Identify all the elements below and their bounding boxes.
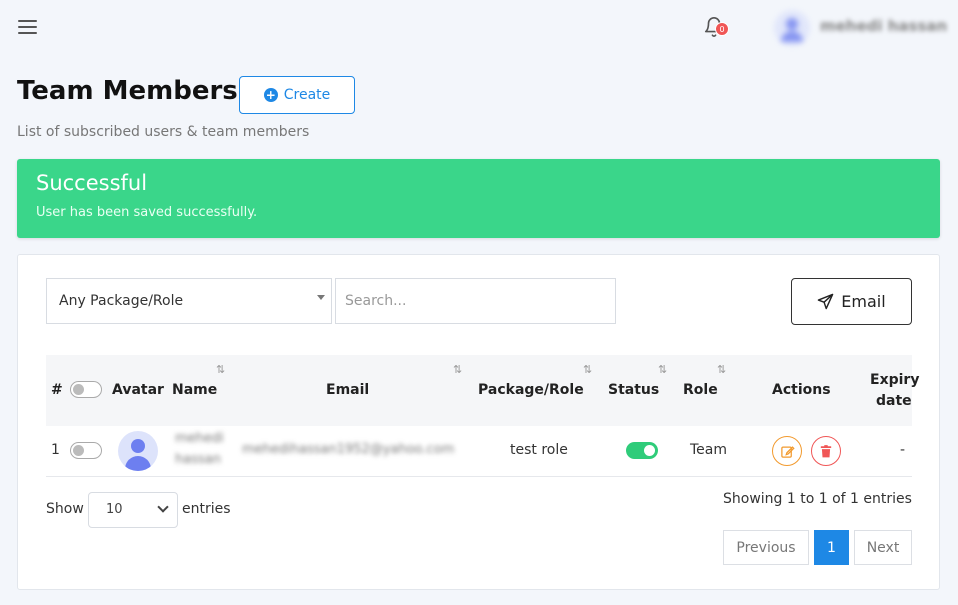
notification-count-badge: 0 — [715, 22, 729, 36]
col-status[interactable]: Status — [608, 382, 659, 398]
team-members-card: Any Package/Role Email # Avatar Name ⇅ E… — [17, 254, 940, 590]
user-name[interactable]: mehedi hassan — [820, 17, 947, 35]
col-role[interactable]: Role — [683, 382, 718, 398]
email-button-label: Email — [841, 292, 886, 311]
pagination-previous[interactable]: Previous — [723, 530, 809, 565]
delete-button[interactable] — [811, 436, 841, 466]
col-package-role[interactable]: Package/Role — [478, 382, 584, 398]
create-button[interactable]: + Create — [239, 76, 355, 114]
member-role: Team — [690, 442, 728, 458]
row-select-toggle[interactable] — [70, 442, 102, 459]
edit-icon — [780, 445, 795, 458]
success-alert: Successful User has been saved successfu… — [17, 159, 940, 238]
notifications-button[interactable]: 0 — [703, 16, 729, 40]
page-length-value: 10 — [106, 502, 123, 517]
paper-plane-icon — [818, 293, 834, 310]
member-expiry: - — [900, 442, 906, 458]
show-label: Show — [46, 501, 84, 517]
member-name-line1: mehedi — [175, 431, 224, 446]
package-role-select[interactable]: Any Package/Role — [46, 278, 332, 324]
alert-message: User has been saved successfully. — [36, 205, 258, 220]
member-avatar — [118, 431, 158, 471]
entries-label: entries — [182, 501, 231, 517]
page-length-select[interactable]: 10 — [88, 492, 178, 528]
menu-toggle-icon[interactable] — [18, 20, 37, 36]
alert-title: Successful — [36, 171, 148, 195]
top-navbar: 0 mehedi hassan — [0, 0, 958, 56]
pagination-next[interactable]: Next — [854, 530, 912, 565]
plus-circle-icon: + — [263, 88, 278, 102]
row-index: 1 — [51, 442, 60, 458]
user-avatar[interactable] — [774, 10, 810, 46]
col-expiry-line2[interactable]: date — [876, 393, 912, 409]
table-header: # Avatar Name ⇅ Email ⇅ Package/Role ⇅ S… — [46, 355, 919, 426]
member-package-role: test role — [510, 442, 568, 458]
create-button-label: Create — [283, 87, 331, 103]
page-subtitle: List of subscribed users & team members — [17, 124, 310, 140]
sort-name-icon[interactable]: ⇅ — [216, 363, 225, 376]
col-actions: Actions — [772, 382, 831, 398]
col-index: # — [51, 382, 63, 398]
select-all-toggle[interactable] — [70, 381, 102, 398]
col-name[interactable]: Name — [172, 382, 217, 398]
edit-button[interactable] — [772, 436, 802, 466]
table-row: 1 mehedi hassan mehedihassan1952@yahoo.c… — [46, 426, 912, 477]
col-email[interactable]: Email — [326, 382, 369, 398]
search-input[interactable] — [335, 278, 616, 324]
sort-status-icon[interactable]: ⇅ — [658, 363, 667, 376]
caret-down-icon — [317, 295, 325, 300]
member-status-toggle[interactable] — [626, 442, 658, 459]
table-info: Showing 1 to 1 of 1 entries — [723, 491, 912, 507]
email-button[interactable]: Email — [791, 278, 912, 325]
col-expiry-line1[interactable]: Expiry — [870, 372, 919, 388]
trash-icon — [820, 444, 832, 457]
col-avatar: Avatar — [112, 382, 164, 398]
sort-role-icon[interactable]: ⇅ — [717, 363, 726, 376]
chevron-down-icon — [157, 501, 169, 513]
pagination-page-1[interactable]: 1 — [814, 530, 849, 565]
sort-package-role-icon[interactable]: ⇅ — [583, 363, 592, 376]
sort-email-icon[interactable]: ⇅ — [453, 363, 462, 376]
package-role-select-value: Any Package/Role — [59, 293, 184, 309]
member-name-line2: hassan — [175, 452, 221, 467]
member-email: mehedihassan1952@yahoo.com — [242, 442, 455, 457]
page-title: Team Members — [17, 76, 238, 106]
